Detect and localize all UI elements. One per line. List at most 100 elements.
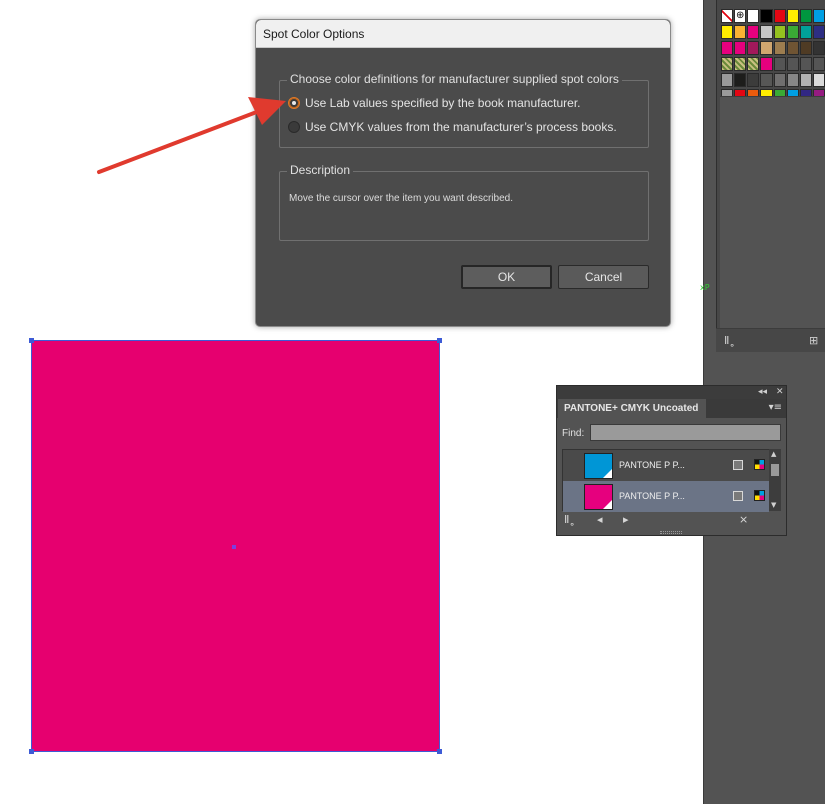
color-swatch[interactable] xyxy=(773,73,786,87)
spot-color-icon xyxy=(733,491,743,501)
panel-tab-row: PANTONE+ CMYK Uncoated ▾≡ xyxy=(557,399,786,418)
stray-cursor-label: xP xyxy=(700,283,710,292)
color-swatch[interactable] xyxy=(721,25,734,39)
scroll-down-icon[interactable]: ▼ xyxy=(771,501,776,509)
panel-topbar[interactable]: ◂◂ ✕ xyxy=(557,386,786,399)
swatch-color-chip xyxy=(584,453,613,479)
color-definition-group: Choose color definitions for manufacture… xyxy=(279,72,649,148)
dialog-title: Spot Color Options xyxy=(263,27,365,41)
color-swatch[interactable] xyxy=(760,9,773,23)
color-swatch[interactable] xyxy=(799,9,812,23)
swatch-row: ⊕ xyxy=(720,8,825,24)
color-swatch[interactable] xyxy=(721,41,734,55)
swatch-name: PANTONE P P... xyxy=(619,460,685,470)
empty-swatch-slot xyxy=(812,57,825,71)
swatch-libraries-menu-icon[interactable]: Ⅱ˳ xyxy=(564,513,575,526)
color-swatch[interactable] xyxy=(760,57,773,71)
empty-swatch-slot xyxy=(773,57,786,71)
anchor-point-bottom-right[interactable] xyxy=(437,749,442,754)
next-library-icon[interactable]: ▸ xyxy=(623,513,629,526)
color-swatch[interactable] xyxy=(734,25,747,39)
panel-footer: Ⅱ˳ ◂ ▸ ⨯ xyxy=(557,511,786,529)
radio-lab-values-label[interactable]: Use Lab values specified by the book man… xyxy=(305,96,581,110)
option-use-cmyk-values[interactable]: Use CMYK values from the manufacturer’s … xyxy=(288,120,617,134)
cmyk-mode-icon xyxy=(754,490,765,501)
swatch-list-scrollbar[interactable]: ▲ ▼ xyxy=(769,449,781,511)
add-to-swatches-icon[interactable]: ⨯ xyxy=(739,513,748,526)
description-group: Description Move the cursor over the ite… xyxy=(279,163,649,241)
cancel-button[interactable]: Cancel xyxy=(558,265,649,289)
color-swatch[interactable] xyxy=(786,41,799,55)
dialog-titlebar[interactable]: Spot Color Options xyxy=(256,20,670,48)
swatch-color-chip xyxy=(584,484,613,510)
spot-color-options-dialog: Spot Color Options Choose color definiti… xyxy=(255,19,671,327)
scroll-up-icon[interactable]: ▲ xyxy=(771,450,776,458)
pantone-swatch-library-panel: ◂◂ ✕ PANTONE+ CMYK Uncoated ▾≡ Find: PAN… xyxy=(556,385,787,536)
panel-resize-grip[interactable] xyxy=(660,531,682,534)
find-input[interactable] xyxy=(590,424,781,441)
color-swatch[interactable] xyxy=(773,25,786,39)
swatch-list-item[interactable]: PANTONE P P... xyxy=(563,450,769,481)
swatch-row xyxy=(720,72,825,88)
color-swatch[interactable] xyxy=(747,9,760,23)
color-swatch[interactable] xyxy=(786,9,799,23)
tab-pantone-cmyk-uncoated[interactable]: PANTONE+ CMYK Uncoated xyxy=(558,399,706,418)
cmyk-mode-icon xyxy=(754,459,765,470)
registration-swatch[interactable]: ⊕ xyxy=(734,9,747,23)
pattern-swatch[interactable] xyxy=(734,57,747,71)
panel-menu-icon[interactable]: ▾≡ xyxy=(769,402,782,413)
color-swatch[interactable] xyxy=(812,25,825,39)
color-swatch[interactable] xyxy=(760,73,773,87)
close-panel-icon[interactable]: ✕ xyxy=(776,386,784,399)
color-swatch[interactable] xyxy=(747,73,760,87)
color-swatch[interactable] xyxy=(786,25,799,39)
anchor-point-top-left[interactable] xyxy=(29,338,34,343)
swatch-row xyxy=(720,40,825,56)
color-swatch[interactable] xyxy=(799,41,812,55)
radio-cmyk-values[interactable] xyxy=(288,121,300,133)
pattern-swatch[interactable] xyxy=(747,57,760,71)
option-use-lab-values[interactable]: Use Lab values specified by the book man… xyxy=(288,96,581,110)
color-swatch[interactable] xyxy=(747,25,760,39)
pattern-swatch[interactable] xyxy=(721,57,734,71)
swatch-libraries-menu-icon[interactable]: Ⅱ˳ xyxy=(724,334,735,347)
color-swatch[interactable] xyxy=(786,73,799,87)
swatch-list-item[interactable]: PANTONE P P... xyxy=(563,481,769,512)
spot-color-icon xyxy=(733,460,743,470)
none-swatch[interactable] xyxy=(721,9,734,23)
color-swatch[interactable] xyxy=(799,73,812,87)
color-swatch[interactable] xyxy=(734,73,747,87)
swatch-row xyxy=(720,56,825,72)
anchor-point-top-right[interactable] xyxy=(437,338,442,343)
color-swatch[interactable] xyxy=(760,25,773,39)
anchor-point-bottom-left[interactable] xyxy=(29,749,34,754)
color-swatch[interactable] xyxy=(760,41,773,55)
color-swatch[interactable] xyxy=(747,41,760,55)
collapse-panel-icon[interactable]: ◂◂ xyxy=(758,386,767,399)
pantone-swatch-list: PANTONE P P... PANTONE P P... xyxy=(562,449,770,512)
color-swatch[interactable] xyxy=(812,9,825,23)
description-group-legend: Description xyxy=(287,163,354,177)
color-group-folder-icon[interactable] xyxy=(721,73,734,87)
scrollbar-thumb[interactable] xyxy=(771,464,779,476)
color-swatch[interactable] xyxy=(812,73,825,87)
color-swatch[interactable] xyxy=(773,41,786,55)
color-swatch[interactable] xyxy=(799,25,812,39)
description-text: Move the cursor over the item you want d… xyxy=(289,193,513,204)
center-point-marker xyxy=(232,545,236,549)
color-swatch[interactable] xyxy=(812,41,825,55)
color-swatch[interactable] xyxy=(773,9,786,23)
radio-lab-values[interactable] xyxy=(288,97,300,109)
find-label: Find: xyxy=(562,428,585,439)
color-swatch[interactable] xyxy=(734,41,747,55)
swatches-grid: ⊕ xyxy=(720,8,825,104)
previous-library-icon[interactable]: ◂ xyxy=(597,513,603,526)
empty-swatch-slot xyxy=(786,57,799,71)
swatch-name: PANTONE P P... xyxy=(619,491,685,501)
empty-swatch-slot xyxy=(799,57,812,71)
color-definition-group-legend: Choose color definitions for manufacture… xyxy=(287,72,622,86)
radio-cmyk-values-label[interactable]: Use CMYK values from the manufacturer’s … xyxy=(305,120,617,134)
ok-button[interactable]: OK xyxy=(461,265,552,289)
show-swatch-kinds-icon[interactable]: ⊞ xyxy=(809,334,818,347)
swatches-panel-footer: Ⅱ˳ ⊞ xyxy=(716,328,825,352)
